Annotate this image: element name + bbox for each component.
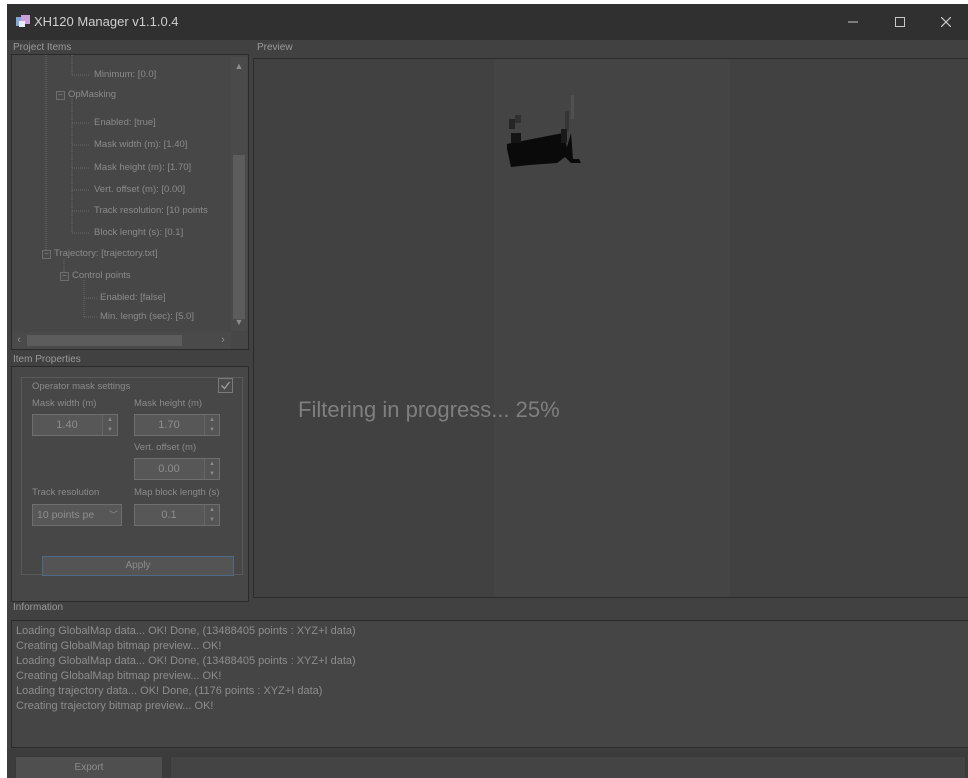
minimize-icon [848,21,858,23]
tree-node[interactable]: OpMasking [68,89,116,100]
operator-mask-title: Operator mask settings [30,381,133,392]
log-line: Creating trajectory bitmap preview... OK… [16,700,214,712]
spin-up-icon[interactable]: ▲ [205,415,219,425]
tree-node[interactable]: Vert. offset (m): [0.00] [94,184,185,195]
tree-node[interactable]: Min. length (sec): [5.0] [100,311,194,322]
log-line: Creating GlobalMap bitmap preview... OK! [16,670,222,682]
scroll-left-icon[interactable]: ‹ [12,332,26,349]
vert-offset-input[interactable] [135,459,203,479]
item-properties-label: Item Properties [13,354,81,365]
scroll-up-icon[interactable]: ▲ [231,59,247,73]
maximize-icon [895,17,905,27]
vert-offset-spinner[interactable]: ▲▼ [134,458,220,480]
tree-expander-control-points[interactable]: − [60,272,69,281]
tree-node[interactable]: Mask width (m): [1.40] [94,139,187,150]
tree-node[interactable]: Enabled: [false] [100,292,166,303]
track-resolution-select[interactable]: 10 points pe ﹀ [32,504,122,526]
log-line: Loading trajectory data... OK! Done, (11… [16,685,323,697]
bottom-bar: Export [7,749,968,778]
window-title: XH120 Manager v1.1.0.4 [34,14,179,29]
close-icon [941,17,951,27]
spin-down-icon[interactable]: ▼ [103,425,117,435]
tree-node[interactable]: Control points [72,270,131,281]
information-label: Information [13,602,64,613]
filtering-status-text: Filtering in progress... 25% [298,397,560,422]
scroll-down-icon[interactable]: ▼ [231,315,247,329]
log-line: Loading GlobalMap data... OK! Done, (134… [16,655,356,667]
map-block-length-spinner[interactable]: ▲▼ [134,504,220,526]
map-block-length-label: Map block length (s) [134,487,220,498]
mask-width-label: Mask width (m) [32,398,97,409]
track-resolution-value: 10 points pe [37,509,95,521]
apply-button[interactable]: Apply [42,556,234,576]
spin-up-icon[interactable]: ▲ [205,505,219,515]
tree-horizontal-scroll-thumb[interactable] [27,335,182,346]
mask-width-input[interactable] [33,415,101,435]
export-button[interactable]: Export [15,756,163,778]
mask-width-spinner[interactable]: ▲▼ [32,414,118,436]
tree-node[interactable]: Trajectory: [trajectory.txt] [54,248,157,259]
track-resolution-label: Track resolution [32,487,100,498]
tree-expander-trajectory[interactable]: − [42,250,51,259]
project-tree[interactable]: − − − Minimum: [0.0] OpMasking Enabled: … [11,54,249,350]
tree-horizontal-scrollbar[interactable]: ‹ › [12,332,231,349]
tree-node[interactable]: Track resolution: [10 points [94,205,208,216]
spin-down-icon[interactable]: ▼ [205,425,219,435]
item-properties-panel: Operator mask settings Mask width (m) ▲▼… [11,366,249,602]
checkmark-icon [221,381,231,390]
spin-down-icon[interactable]: ▼ [205,469,219,479]
operator-mask-group: Operator mask settings Mask width (m) ▲▼… [21,377,243,576]
scroll-right-icon[interactable]: › [216,332,230,349]
log-line: Creating GlobalMap bitmap preview... OK! [16,640,222,652]
close-button[interactable] [923,4,968,40]
tree-vertical-scroll-thumb[interactable] [233,155,245,319]
maximize-button[interactable] [877,4,923,40]
information-log: Loading GlobalMap data... OK! Done, (134… [11,620,968,748]
tree-node[interactable]: Minimum: [0.0] [94,69,156,80]
vert-offset-label: Vert. offset (m) [134,442,197,453]
spin-down-icon[interactable]: ▼ [205,515,219,525]
minimize-button[interactable] [830,4,876,40]
tree-node[interactable]: Block lenght (s): [0.1] [94,227,183,238]
title-bar: XH120 Manager v1.1.0.4 [7,4,968,40]
app-logo-icon [16,15,30,27]
mask-height-input[interactable] [135,415,203,435]
log-line: Loading GlobalMap data... OK! Done, (134… [16,625,356,637]
spin-up-icon[interactable]: ▲ [205,459,219,469]
point-cloud-preview-image [507,95,581,167]
tree-vertical-scrollbar[interactable]: ▲ ▼ [231,57,247,331]
operator-mask-enabled-checkbox[interactable] [218,378,233,393]
preview-canvas[interactable]: Filtering in progress... 25% [253,58,968,598]
tree-expander-opmasking[interactable]: − [56,91,65,100]
map-block-length-input[interactable] [135,505,203,525]
tree-node[interactable]: Enabled: [true] [94,117,156,128]
app-window: XH120 Manager v1.1.0.4 Project Items Pre… [7,4,968,778]
spin-up-icon[interactable]: ▲ [103,415,117,425]
mask-height-spinner[interactable]: ▲▼ [134,414,220,436]
tree-node[interactable]: Mask height (m): [1.70] [94,162,191,173]
project-items-label: Project Items [13,42,72,53]
progress-field [170,756,966,778]
chevron-down-icon: ﹀ [108,510,118,520]
mask-height-label: Mask height (m) [134,398,203,409]
preview-label: Preview [257,42,293,53]
